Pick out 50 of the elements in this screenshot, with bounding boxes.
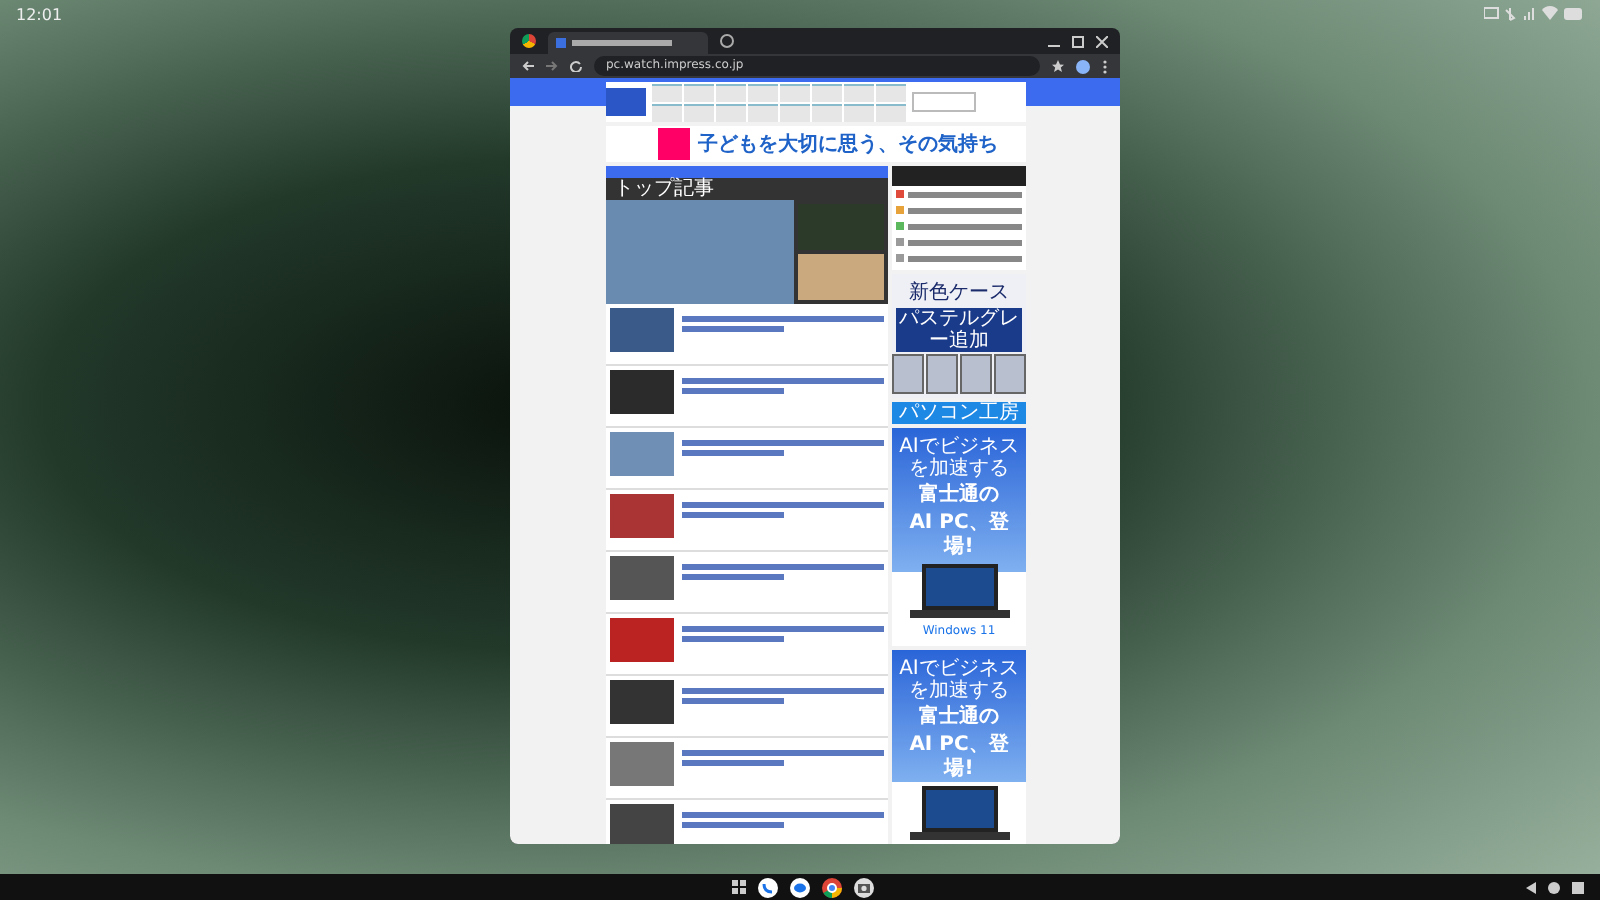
messages-icon[interactable] (790, 877, 810, 897)
reload-icon[interactable] (570, 60, 582, 72)
maximize-icon[interactable] (1072, 35, 1084, 47)
camera-icon[interactable] (854, 877, 874, 897)
shop-banner[interactable]: パソコン工房 (892, 402, 1026, 424)
ad-tagline: AIでビジネスを加速する (897, 658, 1021, 702)
ad-title: AI PC、登場! (907, 734, 1011, 782)
ad-banner[interactable]: AIでビジネスを加速する 富士通の AI PC、登場! (892, 650, 1026, 844)
chrome-icon[interactable] (822, 877, 842, 897)
ranking-title-blur[interactable] (908, 239, 1022, 245)
browser-logo-icon[interactable] (522, 34, 536, 48)
ad-subtitle: 新色ケース (909, 279, 1009, 306)
menu-icon[interactable] (1102, 59, 1108, 73)
ad-title: パステルグレー追加 (896, 308, 1022, 352)
ad-image-placeholder (658, 128, 690, 160)
ranking-title-blur[interactable] (908, 207, 1022, 213)
favicon-icon (556, 38, 566, 48)
ranking-title-blur[interactable] (908, 223, 1022, 229)
launcher-icon[interactable] (732, 880, 746, 894)
banner-headline: 子どもを大切に思う、その気持ち (698, 131, 998, 158)
ad-title: AI PC、登場! (907, 512, 1011, 560)
ad-title: 富士通の (919, 484, 999, 508)
ad-banner[interactable]: 子どもを大切に思う、その気持ち (606, 126, 1026, 162)
recents-nav-icon[interactable] (1572, 881, 1584, 893)
phone-icon[interactable] (758, 877, 778, 897)
ranking-header (892, 166, 1026, 186)
forward-icon[interactable] (546, 60, 558, 72)
star-icon[interactable] (1052, 60, 1064, 72)
clock: 12:01 (16, 5, 63, 23)
pc-case-drawing (926, 354, 958, 394)
ranking-title-blur[interactable] (908, 191, 1022, 197)
tab-title-blur (572, 40, 672, 46)
back-nav-icon[interactable] (1526, 881, 1536, 893)
browser-tab[interactable] (548, 32, 708, 54)
ranking-title-blur[interactable] (908, 255, 1022, 261)
search-field[interactable] (912, 92, 976, 112)
ad-banner[interactable]: 新色ケース パステルグレー追加 (892, 274, 1026, 398)
pc-case-drawing (960, 354, 992, 394)
home-nav-icon[interactable] (1548, 881, 1560, 893)
back-icon[interactable] (522, 60, 534, 72)
close-icon[interactable] (1096, 35, 1108, 47)
ad-tagline: AIでビジネスを加速する (897, 436, 1021, 480)
laptop-drawing (909, 564, 1009, 620)
pc-case-drawing (994, 354, 1026, 394)
ad-title: 富士通の (919, 706, 999, 730)
pc-case-drawing (892, 354, 924, 394)
status-icons (1484, 6, 1584, 22)
laptop-drawing (909, 786, 1009, 842)
section-header: トップ記事 (606, 178, 888, 200)
profile-icon[interactable] (1076, 59, 1090, 73)
